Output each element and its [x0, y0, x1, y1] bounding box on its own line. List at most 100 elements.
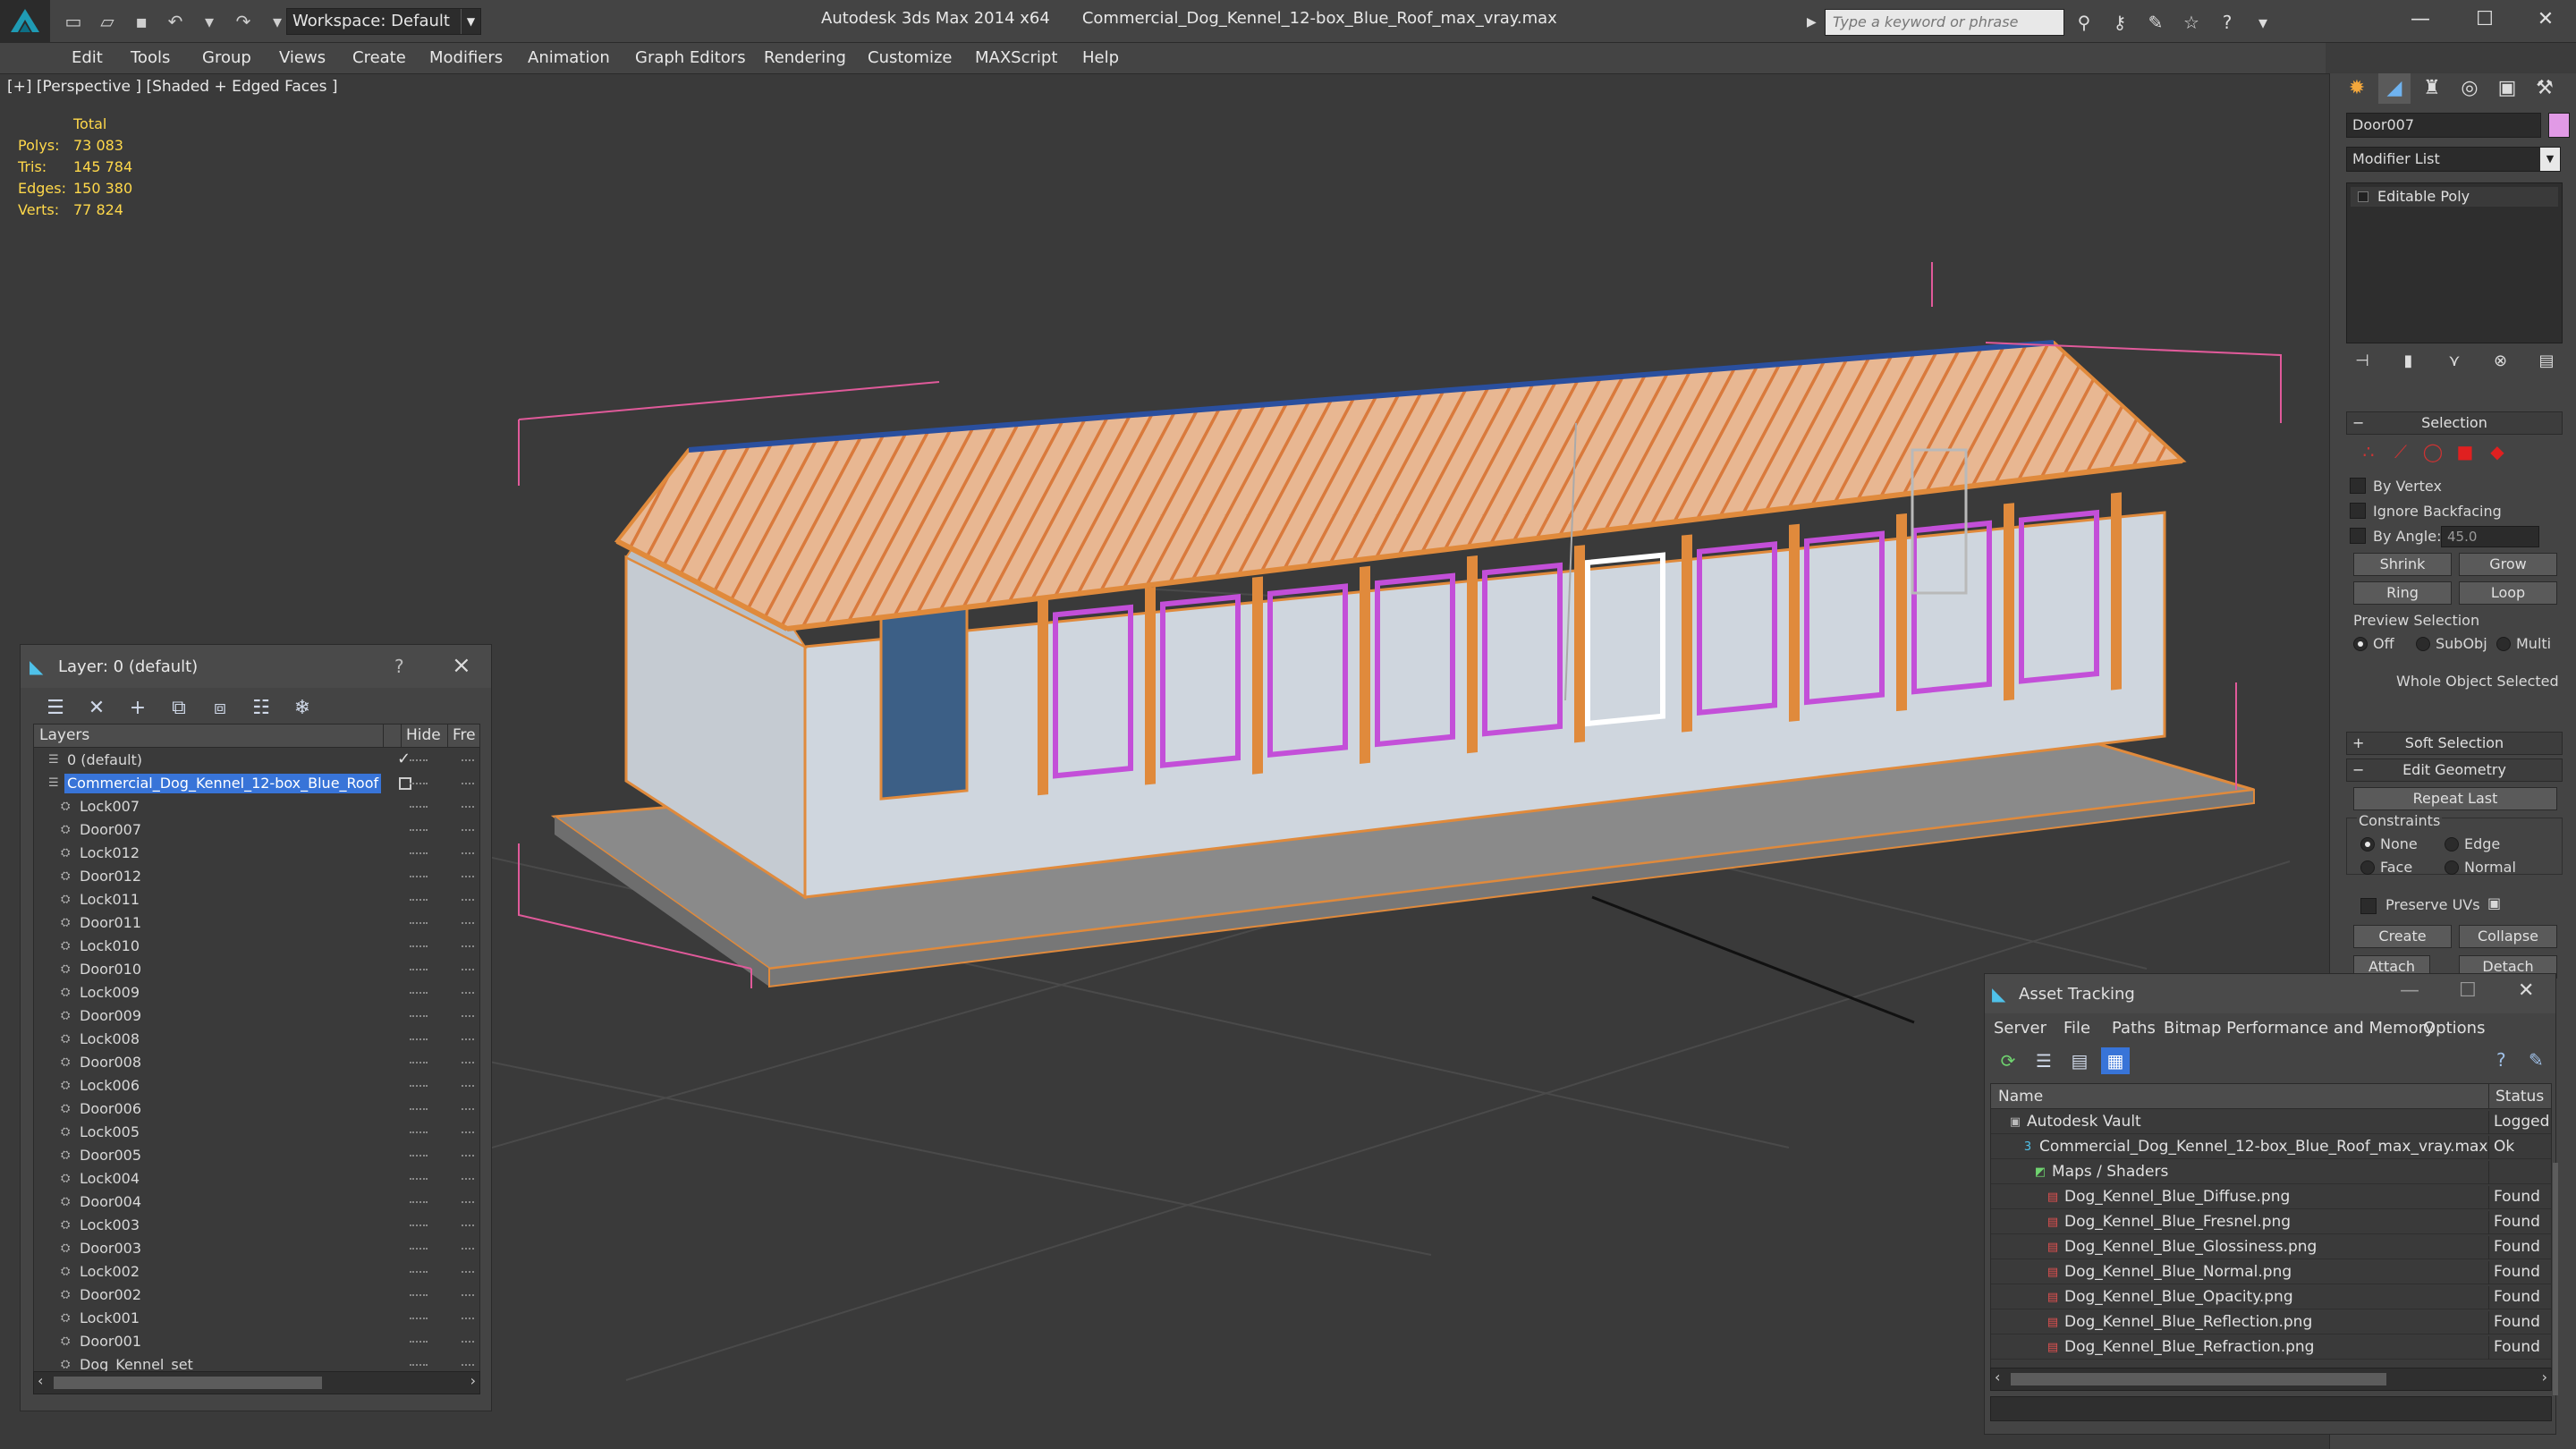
object-row[interactable]: ⛭ Lock003 — [34, 1215, 479, 1236]
object-row[interactable]: ⛭ Lock010 — [34, 936, 479, 957]
freeze-toggle[interactable] — [462, 969, 474, 970]
freeze-all-icon[interactable]: ❄ — [287, 693, 318, 724]
shrink-button[interactable]: Shrink — [2353, 553, 2452, 576]
make-unique-icon[interactable]: ⋎ — [2438, 349, 2470, 374]
menu-animation[interactable]: Animation — [528, 48, 610, 67]
hide-toggle[interactable] — [410, 922, 428, 924]
binoculars-icon[interactable]: ⚲ — [2072, 11, 2097, 34]
freeze-toggle[interactable] — [462, 1364, 474, 1366]
hierarchy-tab-icon[interactable]: ♜ — [2416, 73, 2448, 104]
minimize-icon[interactable]: — — [2400, 979, 2419, 1002]
freeze-toggle[interactable] — [462, 1155, 474, 1157]
pin-stack-icon[interactable]: ⊣ — [2346, 349, 2378, 374]
hide-toggle[interactable] — [410, 1294, 428, 1296]
menu-modifiers[interactable]: Modifiers — [429, 48, 503, 67]
asset-tracking-titlebar[interactable]: ◣ Asset Tracking — ☐ ✕ — [1985, 974, 2555, 1013]
freeze-toggle[interactable] — [462, 1224, 474, 1226]
constraint-normal-radio[interactable] — [2445, 860, 2459, 875]
freeze-toggle[interactable] — [462, 1131, 474, 1133]
freeze-toggle[interactable] — [462, 899, 474, 901]
freeze-toggle[interactable] — [462, 829, 474, 831]
object-row[interactable]: ⛭ Lock012 — [34, 843, 479, 864]
app-logo-icon[interactable] — [0, 0, 50, 43]
collapse-button[interactable]: Collapse — [2459, 925, 2557, 948]
stack-bulb-icon[interactable] — [2358, 191, 2368, 202]
minimize-icon[interactable]: — — [2394, 4, 2447, 36]
preview-subobj-radio[interactable] — [2416, 637, 2430, 651]
preview-off-radio[interactable] — [2353, 637, 2368, 651]
maximize-icon[interactable]: ☐ — [2459, 979, 2477, 1002]
border-level-icon[interactable]: ◯ — [2421, 440, 2445, 463]
scroll-left-icon[interactable]: ‹ — [38, 1372, 43, 1389]
menu-paths[interactable]: Paths — [2112, 1019, 2156, 1038]
asset-row[interactable]: ▤ Dog_Kennel_Blue_Opacity.png Found — [1991, 1286, 2551, 1309]
edge-level-icon[interactable]: ⟋ — [2389, 440, 2412, 463]
modify-tab-icon[interactable]: ◢ — [2378, 73, 2411, 104]
show-end-result-icon[interactable]: ▮ — [2393, 349, 2425, 374]
menu-group[interactable]: Group — [202, 48, 251, 67]
menu-create[interactable]: Create — [352, 48, 406, 67]
edit-geometry-rollout-header[interactable]: − Edit Geometry — [2346, 758, 2563, 782]
menu-server[interactable]: Server — [1994, 1019, 2046, 1038]
freeze-toggle[interactable] — [462, 1318, 474, 1319]
scroll-right-icon[interactable]: › — [470, 1372, 476, 1389]
by-vertex-checkbox[interactable] — [2350, 478, 2366, 494]
hide-toggle[interactable] — [410, 876, 428, 877]
menu-file[interactable]: File — [2063, 1019, 2090, 1038]
scroll-right-icon[interactable]: › — [2542, 1368, 2547, 1385]
grid-view-icon[interactable]: ▦ — [2101, 1047, 2130, 1074]
menu-rendering[interactable]: Rendering — [764, 48, 846, 67]
preview-multi-radio[interactable] — [2496, 637, 2511, 651]
polygon-level-icon[interactable]: ■ — [2453, 440, 2477, 463]
menu-bitmap-performance[interactable]: Bitmap Performance and Memory — [2164, 1019, 2435, 1038]
by-angle-checkbox[interactable] — [2350, 528, 2366, 544]
menu-help[interactable]: Help — [1082, 48, 1119, 67]
hide-toggle[interactable] — [410, 1201, 428, 1203]
hide-toggle[interactable] — [410, 1155, 428, 1157]
by-angle-input[interactable]: 45.0 — [2441, 526, 2539, 547]
redo-icon[interactable]: ↷ — [231, 9, 256, 34]
hide-toggle[interactable] — [410, 1248, 428, 1250]
constraint-edge-radio[interactable] — [2445, 837, 2459, 852]
refresh-icon[interactable]: ⟳ — [1994, 1047, 2022, 1074]
layer-horizontal-scrollbar[interactable]: ‹ › — [33, 1371, 480, 1394]
asset-path-field[interactable] — [1990, 1396, 2552, 1421]
asset-row[interactable]: ▤ Dog_Kennel_Blue_Fresnel.png Found — [1991, 1211, 2551, 1234]
freeze-toggle[interactable] — [462, 1248, 474, 1250]
hide-toggle[interactable] — [410, 992, 428, 994]
object-row[interactable]: ⛭ Door007 — [34, 819, 479, 841]
save-file-icon[interactable]: ▪ — [129, 9, 154, 34]
object-row[interactable]: ⛭ Door004 — [34, 1191, 479, 1213]
new-layer-icon[interactable]: ☰ — [40, 693, 71, 724]
asset-row[interactable]: ▤ Dog_Kennel_Blue_Glossiness.png Found — [1991, 1236, 2551, 1259]
scroll-thumb[interactable] — [2011, 1373, 2386, 1385]
ring-button[interactable]: Ring — [2353, 581, 2452, 605]
scroll-left-icon[interactable]: ‹ — [1995, 1368, 2000, 1385]
freeze-toggle[interactable] — [462, 1294, 474, 1296]
layer-explorer-titlebar[interactable]: ◣ Layer: 0 (default) ? × — [21, 645, 491, 688]
context-help-icon[interactable]: ✎ — [2529, 1049, 2544, 1071]
menu-options[interactable]: Options — [2423, 1019, 2485, 1038]
hide-toggle[interactable] — [410, 1062, 428, 1063]
table-view-icon[interactable]: ▤ — [2065, 1047, 2094, 1074]
close-icon[interactable]: × — [452, 652, 471, 679]
object-row[interactable]: ⛭ Door006 — [34, 1098, 479, 1120]
grow-button[interactable]: Grow — [2459, 553, 2557, 576]
hide-toggle[interactable] — [410, 1085, 428, 1087]
soft-selection-rollout-header[interactable]: + Soft Selection — [2346, 732, 2563, 755]
add-selection-icon[interactable]: + — [123, 693, 153, 724]
remove-modifier-icon[interactable]: ⊗ — [2485, 349, 2517, 374]
object-row[interactable]: ⛭ Lock005 — [34, 1122, 479, 1143]
select-highlight-icon[interactable]: ⧉ — [164, 693, 194, 724]
asset-row[interactable]: ◩ Maps / Shaders — [1991, 1161, 2551, 1184]
help-icon[interactable]: ? — [394, 656, 404, 677]
hide-toggle[interactable] — [410, 759, 428, 761]
hide-toggle[interactable] — [410, 783, 428, 784]
create-tab-icon[interactable]: ✹ — [2341, 73, 2373, 104]
hide-all-icon[interactable]: ☷ — [246, 693, 276, 724]
freeze-toggle[interactable] — [462, 783, 474, 784]
preserve-uvs-checkbox[interactable] — [2360, 898, 2377, 914]
undo-dropdown-icon[interactable]: ▾ — [197, 9, 222, 34]
loop-button[interactable]: Loop — [2459, 581, 2557, 605]
selection-rollout-header[interactable]: − Selection — [2346, 411, 2563, 435]
